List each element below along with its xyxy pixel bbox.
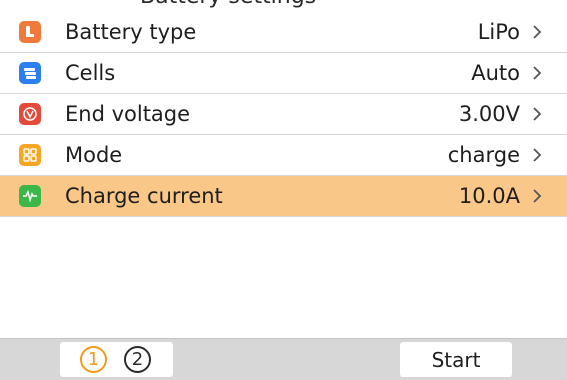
start-button[interactable]: Start [400, 342, 512, 377]
menu-value-end-voltage: 3.00V [458, 102, 520, 126]
menu-row-end-voltage[interactable]: End voltage 3.00V [0, 94, 567, 135]
page-indicator: 1 2 [60, 342, 173, 377]
header: Battery settings [0, 0, 567, 12]
menu-label-end-voltage: End voltage [65, 102, 191, 126]
menu-value-battery-type: LiPo [477, 20, 520, 44]
menu-row-cells[interactable]: Cells Auto [0, 53, 567, 94]
menu-row-charge-current[interactable]: Charge current 10.0A [0, 176, 567, 217]
chevron-right-icon [529, 12, 545, 52]
menu-label-charge-current: Charge current [65, 184, 223, 208]
pulse-icon [19, 185, 41, 207]
menu-row-battery-type[interactable]: Battery type LiPo [0, 12, 567, 53]
menu-value-charge-current: 10.0A [458, 184, 520, 208]
battery-icon [19, 21, 41, 43]
voltage-icon [19, 103, 41, 125]
mode-grid-icon [19, 144, 41, 166]
menu-label-battery-type: Battery type [65, 20, 197, 44]
chevron-right-icon [529, 53, 545, 93]
settings-menu: Battery type LiPo Cells Auto End voltage… [0, 12, 567, 217]
menu-value-cells: Auto [471, 61, 520, 85]
chevron-right-icon [529, 94, 545, 134]
header-title: Battery settings [140, 0, 316, 9]
bottom-bar: 1 2 Start [0, 338, 567, 380]
chevron-right-icon [529, 176, 545, 216]
charger-screen: Battery settings Battery type LiPo [0, 0, 567, 380]
chevron-right-icon [529, 135, 545, 175]
page-2-button[interactable]: 2 [124, 346, 151, 373]
page-1-button[interactable]: 1 [80, 346, 107, 373]
menu-row-mode[interactable]: Mode charge [0, 135, 567, 176]
menu-label-cells: Cells [65, 61, 116, 85]
menu-value-mode: charge [447, 143, 520, 167]
cells-stack-icon [19, 62, 41, 84]
menu-label-mode: Mode [65, 143, 123, 167]
